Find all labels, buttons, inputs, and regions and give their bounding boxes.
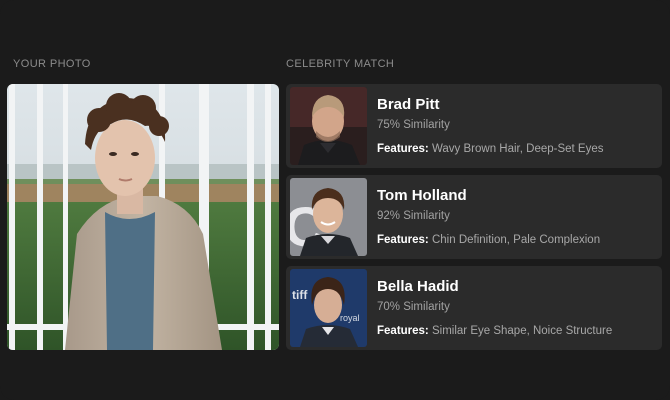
- features-label: Features:: [377, 143, 429, 155]
- celebrity-thumbnail: [290, 87, 367, 165]
- user-photo-image: [7, 84, 279, 350]
- background-logo-text: tiff: [292, 288, 308, 302]
- match-card-brad-pitt[interactable]: Brad Pitt 75% Similarity Features: Wavy …: [286, 84, 662, 168]
- celebrity-thumbnail: C: [290, 178, 367, 256]
- celebrity-name: Tom Holland: [377, 187, 467, 204]
- app-window: YOUR PHOTO CELEBRITY MATCH Brad Pitt 75%…: [0, 0, 670, 400]
- celebrity-name: Bella Hadid: [377, 278, 459, 295]
- features-label: Features:: [377, 325, 429, 337]
- celebrity-name: Brad Pitt: [377, 96, 440, 113]
- features-text: Similar Eye Shape, Noice Structure: [431, 325, 613, 337]
- features-line: Features: Similar Eye Shape, Noice Struc…: [377, 325, 612, 337]
- user-photo[interactable]: [7, 84, 279, 350]
- features-text: Wavy Brown Hair, Deep-Set Eyes: [431, 143, 604, 155]
- celebrity-match-list: Brad Pitt 75% Similarity Features: Wavy …: [286, 84, 662, 357]
- features-label: Features:: [377, 234, 429, 246]
- similarity-score: 92% Similarity: [377, 210, 450, 222]
- your-photo-label: YOUR PHOTO: [13, 58, 91, 70]
- celebrity-thumbnail: tiff royal: [290, 269, 367, 347]
- celebrity-match-label: CELEBRITY MATCH: [286, 58, 395, 70]
- features-text: Chin Definition, Pale Complexion: [431, 234, 601, 246]
- match-card-tom-holland[interactable]: C Tom Holland 92% Similarity Features: C…: [286, 175, 662, 259]
- match-card-bella-hadid[interactable]: tiff royal Bella Hadid 70% Similarity Fe…: [286, 266, 662, 350]
- background-logo-text: royal: [340, 313, 360, 323]
- features-line: Features: Wavy Brown Hair, Deep-Set Eyes: [377, 143, 603, 155]
- features-line: Features: Chin Definition, Pale Complexi…: [377, 234, 600, 246]
- similarity-score: 70% Similarity: [377, 301, 450, 313]
- similarity-score: 75% Similarity: [377, 119, 450, 131]
